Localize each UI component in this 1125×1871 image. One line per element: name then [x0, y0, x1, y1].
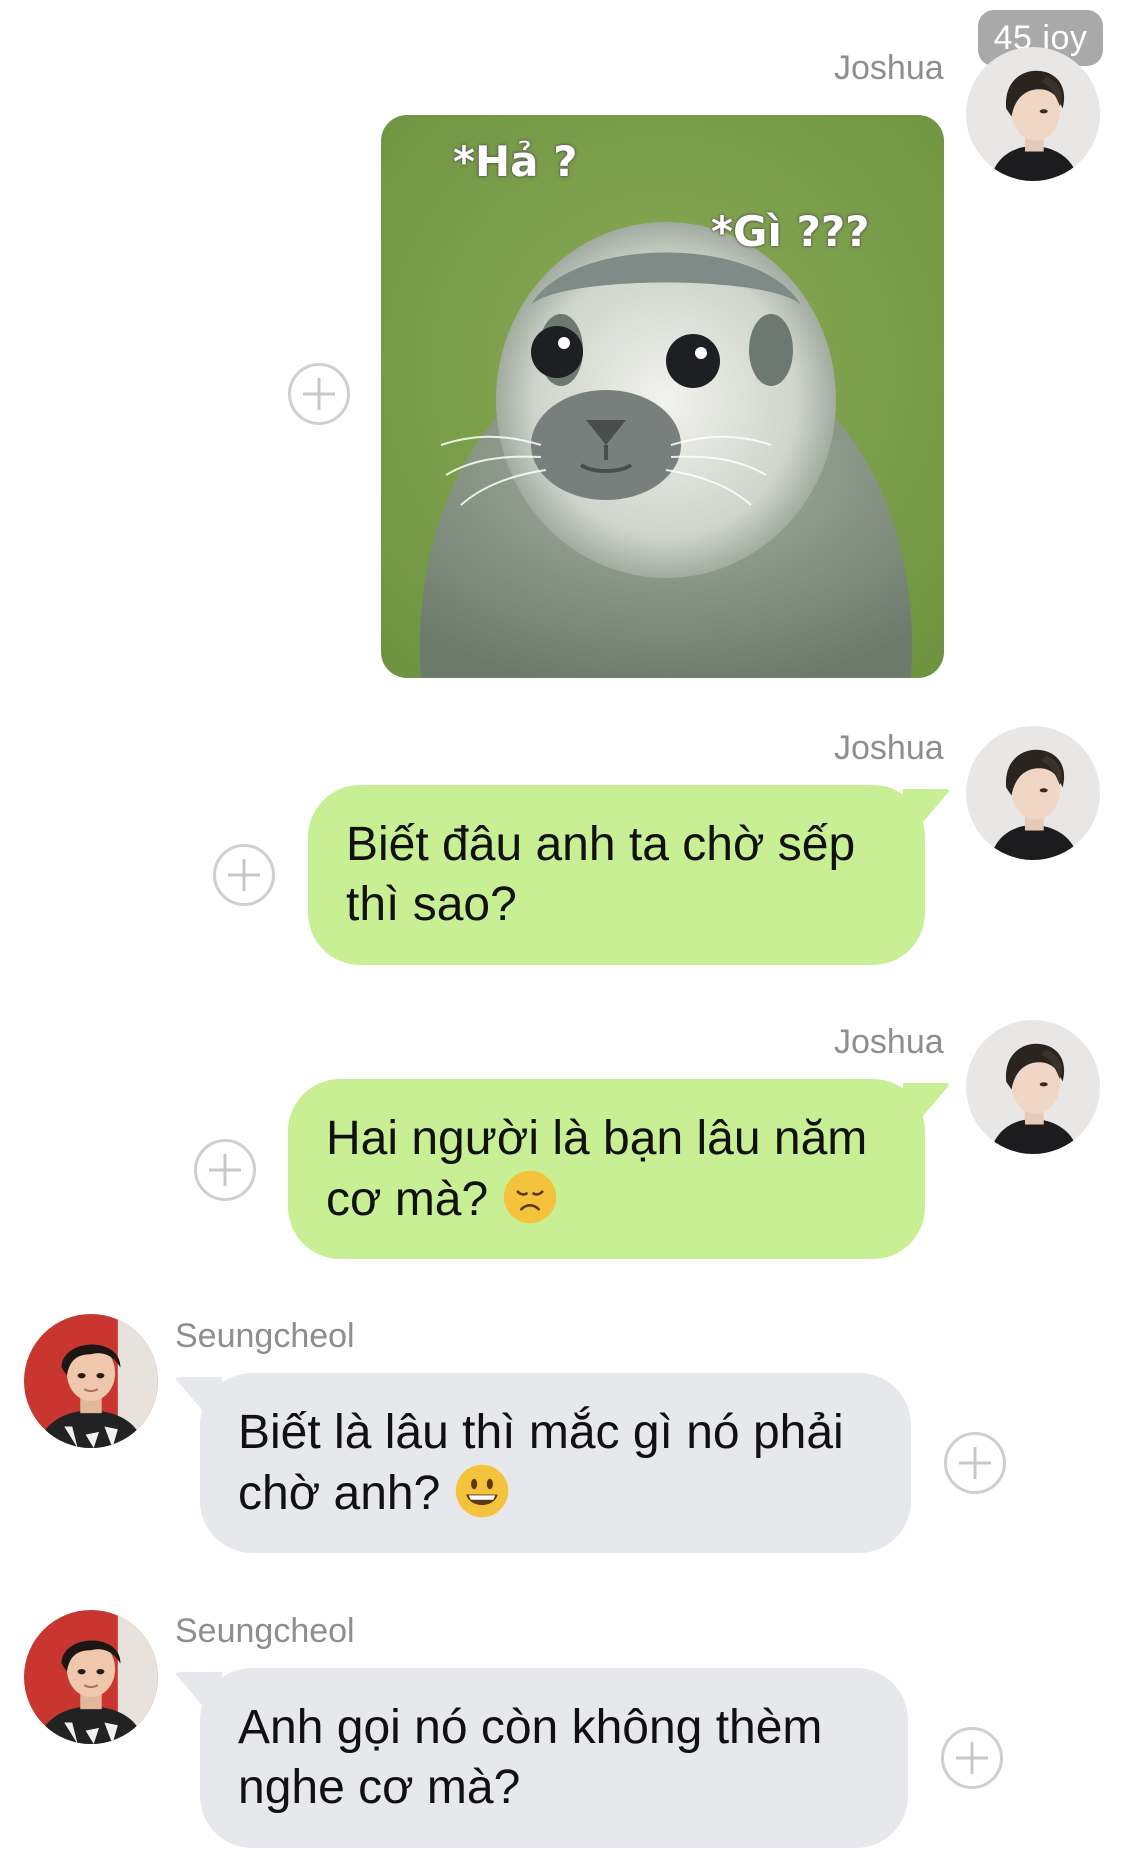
- sticker-caption-2: *Gì ???: [711, 207, 870, 256]
- add-reaction-button[interactable]: [194, 1139, 256, 1201]
- avatar-joshua[interactable]: [966, 1020, 1100, 1154]
- add-reaction-button[interactable]: [213, 844, 275, 906]
- avatar-joshua[interactable]: [966, 47, 1100, 181]
- message-bubble[interactable]: Biết là lâu thì mắc gì nó phải chờ anh?: [200, 1373, 911, 1553]
- add-reaction-button[interactable]: [941, 1727, 1003, 1789]
- sender-name: Joshua: [834, 49, 944, 87]
- avatar-joshua-image: [966, 1020, 1100, 1154]
- add-reaction-button[interactable]: [288, 363, 350, 425]
- message-line: Biết là lâu thì mắc gì nó phải: [238, 1406, 844, 1459]
- message-line: cơ mà?: [326, 1169, 887, 1230]
- avatar-seungcheol-image: [24, 1610, 158, 1744]
- sticker-caption-1: *Hả ?: [453, 137, 578, 186]
- disappointed-face-emoji: [502, 1169, 558, 1225]
- sender-name: Seungcheol: [175, 1317, 355, 1355]
- avatar-seungcheol[interactable]: [24, 1314, 158, 1448]
- avatar-joshua-image: [966, 726, 1100, 860]
- avatar-seungcheol[interactable]: [24, 1610, 158, 1744]
- seal-sticker-image: [381, 115, 944, 678]
- add-reaction-button[interactable]: [944, 1432, 1006, 1494]
- avatar-seungcheol-image: [24, 1314, 158, 1448]
- message-line: Biết đâu anh ta chờ sếp: [346, 818, 856, 871]
- avatar-joshua-image: [966, 47, 1100, 181]
- message-line: Anh gọi nó còn không thèm: [238, 1701, 823, 1754]
- message-bubble[interactable]: Anh gọi nó còn không thèm nghe cơ mà?: [200, 1668, 908, 1848]
- message-bubble[interactable]: Biết đâu anh ta chờ sếp thì sao?: [308, 785, 925, 965]
- seal-sticker[interactable]: *Hả ? *Gì ???: [381, 115, 944, 678]
- sender-name: Joshua: [834, 729, 944, 767]
- message-bubble[interactable]: Hai người là bạn lâu năm cơ mà?: [288, 1079, 925, 1259]
- message-line: nghe cơ mà?: [238, 1761, 521, 1814]
- sender-name: Seungcheol: [175, 1612, 355, 1650]
- grinning-face-emoji: [454, 1463, 510, 1519]
- avatar-joshua[interactable]: [966, 726, 1100, 860]
- sender-name: Joshua: [834, 1023, 944, 1061]
- message-line: Hai người là bạn lâu năm: [326, 1112, 868, 1165]
- message-line: chờ anh?: [238, 1463, 873, 1524]
- message-line: thì sao?: [346, 878, 517, 931]
